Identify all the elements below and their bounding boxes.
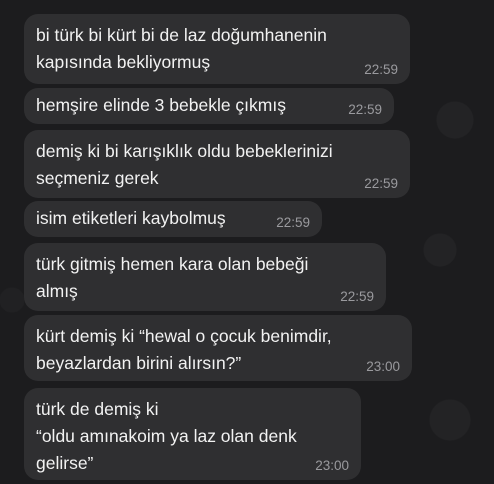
message-time: 22:59 bbox=[364, 62, 398, 77]
message-time: 22:59 bbox=[364, 176, 398, 191]
message-list: bi türk bi kürt bi de laz doğumhanenin k… bbox=[0, 0, 494, 484]
message-bubble[interactable]: türk de demiş ki “oldu amınakoim ya laz … bbox=[24, 388, 361, 480]
message-bubble[interactable]: isim etiketleri kaybolmuş 22:59 bbox=[24, 201, 322, 237]
message-time: 22:59 bbox=[276, 215, 310, 230]
message-time: 22:59 bbox=[340, 289, 374, 304]
message-text: kürt demiş ki “hewal o çocuk benimdir, b… bbox=[36, 326, 332, 373]
message-time: 23:00 bbox=[366, 359, 400, 374]
message-bubble[interactable]: bi türk bi kürt bi de laz doğumhanenin k… bbox=[24, 14, 410, 84]
message-text: türk gitmiş hemen kara olan bebeği almış bbox=[36, 254, 309, 301]
message-text: türk de demiş ki “oldu amınakoim ya laz … bbox=[36, 399, 297, 473]
message-text: demiş ki bi karışıklık oldu bebekleriniz… bbox=[36, 141, 333, 188]
message-text: isim etiketleri kaybolmuş bbox=[36, 208, 226, 228]
message-time: 23:00 bbox=[315, 458, 349, 473]
message-text: bi türk bi kürt bi de laz doğumhanenin k… bbox=[36, 25, 327, 72]
message-bubble[interactable]: hemşire elinde 3 bebekle çıkmış 22:59 bbox=[24, 88, 394, 124]
message-text: hemşire elinde 3 bebekle çıkmış bbox=[36, 95, 286, 115]
message-bubble[interactable]: kürt demiş ki “hewal o çocuk benimdir, b… bbox=[24, 315, 412, 381]
message-bubble[interactable]: türk gitmiş hemen kara olan bebeği almış… bbox=[24, 243, 386, 311]
message-bubble[interactable]: demiş ki bi karışıklık oldu bebekleriniz… bbox=[24, 130, 410, 198]
message-time: 22:59 bbox=[348, 102, 382, 117]
